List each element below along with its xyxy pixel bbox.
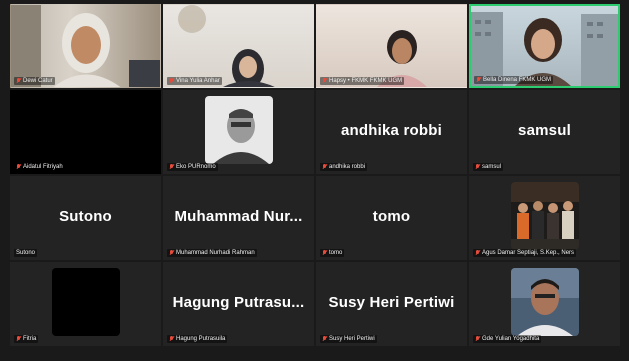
profile-avatar xyxy=(205,96,273,164)
participant-name-label: Agus Damar Septiaji, S.Kep., Ners xyxy=(473,249,577,257)
participant-name-label: Aidatul Fitriyah xyxy=(14,163,65,171)
mic-muted-icon xyxy=(322,78,327,84)
participant-tile-samsul[interactable]: samsul samsul xyxy=(469,90,620,174)
participant-tile-eko-purnomo[interactable]: Eko PURnomo xyxy=(163,90,314,174)
participant-name-label: andhika robbi xyxy=(320,163,368,171)
participant-tile-andhika-robbi[interactable]: andhika robbi andhika robbi xyxy=(316,90,467,174)
participant-video xyxy=(377,30,427,87)
participant-tile-dewi-catur[interactable]: Dewi Catur xyxy=(10,4,161,88)
mic-muted-icon xyxy=(169,336,174,342)
participant-display-name: andhika robbi xyxy=(341,122,442,139)
participant-name-label: samsul xyxy=(473,163,504,171)
participant-name-label: Susy Heri Pertiwi xyxy=(320,335,377,343)
mic-muted-icon xyxy=(475,164,480,170)
participant-display-name: Susy Heri Pertiwi xyxy=(328,294,455,311)
mic-muted-icon xyxy=(16,78,21,84)
participant-name-label: Dewi Catur xyxy=(14,77,55,85)
participant-tile-fitria[interactable]: Fitria xyxy=(10,262,161,346)
profile-avatar xyxy=(52,268,120,336)
participant-tile-agus-damar-septiaji[interactable]: Agus Damar Septiaji, S.Kep., Ners xyxy=(469,176,620,260)
participant-display-name: Hagung Putrasu... xyxy=(172,294,305,311)
participant-name-label: Vina Yulia Anhar xyxy=(167,77,222,85)
gallery-grid: Dewi Catur Vina Yulia Anhar Hapsy • FKMK… xyxy=(10,4,620,346)
mic-muted-icon xyxy=(169,164,174,170)
participant-tile-hapsy[interactable]: Hapsy • FKMK FKMK UGM xyxy=(316,4,467,88)
participant-name-label: tomo xyxy=(320,249,345,257)
mic-muted-icon xyxy=(475,336,480,342)
participant-name-label: Gde Yulian Yogadhita xyxy=(473,335,542,343)
participant-name-label: Bella Dinena FKMK UGM xyxy=(474,76,554,84)
participant-name-label: Sutono xyxy=(14,249,38,257)
participant-tile-bella-dinena[interactable]: Bella Dinena FKMK UGM xyxy=(469,4,620,88)
participant-tile-muhammad-nurhadi-rahman[interactable]: Muhammad Nur... Muhammad Nurhadi Rahman xyxy=(163,176,314,260)
participant-display-name: Muhammad Nur... xyxy=(174,208,303,225)
mic-muted-icon xyxy=(169,250,174,256)
participant-video xyxy=(471,12,618,86)
participant-tile-tomo[interactable]: tomo tomo xyxy=(316,176,467,260)
mic-muted-icon xyxy=(169,78,174,84)
mic-muted-icon xyxy=(322,336,327,342)
mic-muted-icon xyxy=(16,336,21,342)
participant-tile-aidatul-fitriyah[interactable]: Aidatul Fitriyah xyxy=(10,90,161,174)
profile-avatar xyxy=(511,182,579,250)
mic-muted-icon xyxy=(322,164,327,170)
mic-muted-icon xyxy=(322,250,327,256)
participant-tile-sutono[interactable]: Sutono Sutono xyxy=(10,176,161,260)
participant-video xyxy=(11,5,160,87)
mic-muted-icon xyxy=(475,250,480,256)
participant-tile-hagung-putrasuila[interactable]: Hagung Putrasu... Hagung Putrasuila xyxy=(163,262,314,346)
participant-tile-vina-yulia-anhar[interactable]: Vina Yulia Anhar xyxy=(163,4,314,88)
participant-tile-susy-heri-pertiwi[interactable]: Susy Heri Pertiwi Susy Heri Pertiwi xyxy=(316,262,467,346)
participant-name-label: Fitria xyxy=(14,335,39,343)
participant-tile-gde-yulian-yogadhita[interactable]: Gde Yulian Yogadhita xyxy=(469,262,620,346)
participant-display-name: Sutono xyxy=(59,208,112,225)
participant-display-name: tomo xyxy=(372,208,411,225)
participant-video xyxy=(178,5,275,87)
participant-name-label: Eko PURnomo xyxy=(167,163,218,171)
mic-muted-icon xyxy=(476,77,481,83)
profile-avatar xyxy=(511,268,579,336)
participant-name-label: Muhammad Nurhadi Rahman xyxy=(167,249,257,257)
mic-muted-icon xyxy=(16,164,21,170)
participant-display-name: samsul xyxy=(518,122,571,139)
participant-name-label: Hagung Putrasuila xyxy=(167,335,228,343)
participant-name-label: Hapsy • FKMK FKMK UGM xyxy=(320,77,405,85)
